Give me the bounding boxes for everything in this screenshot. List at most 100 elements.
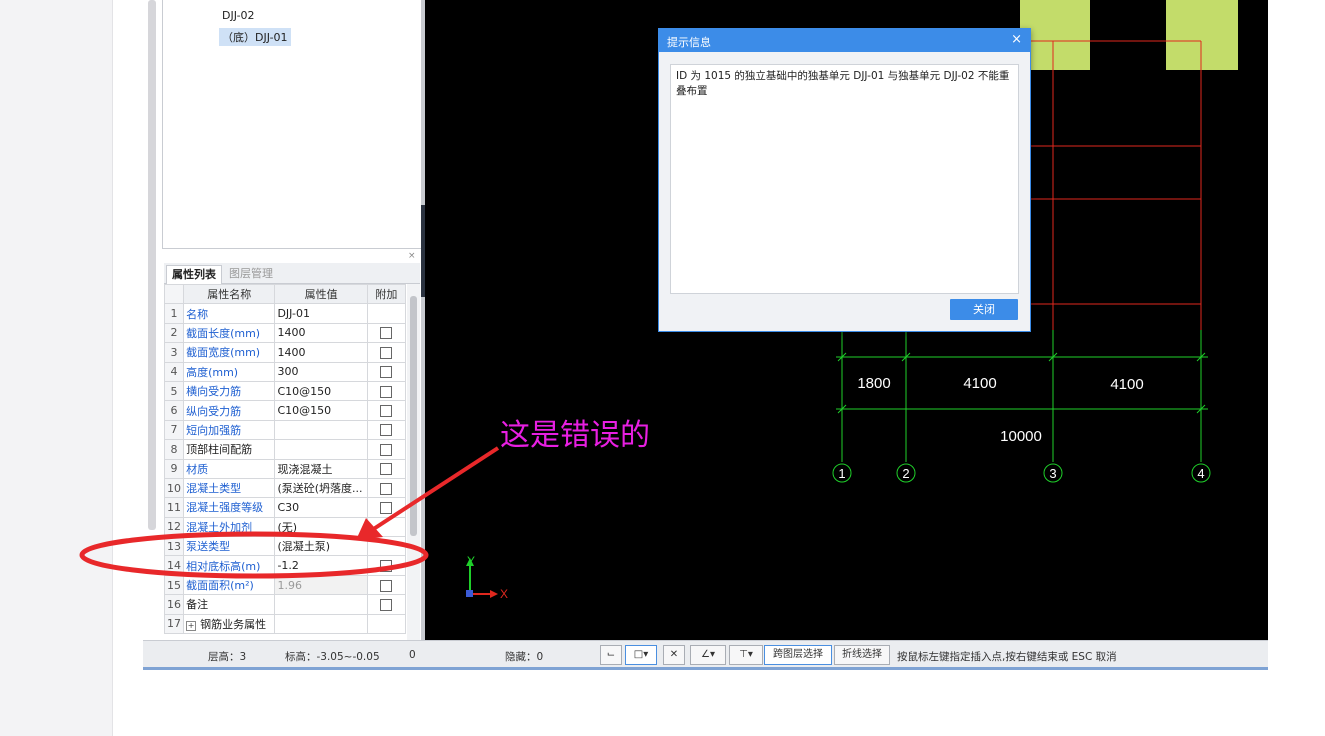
table-row[interactable]: 12 混凝土外加剂 (无) xyxy=(163,516,407,538)
angle-icon[interactable]: ∠▾ xyxy=(690,645,726,665)
table-row[interactable]: 7 短向加强筋 xyxy=(163,419,407,441)
dim-label: 4100 xyxy=(1110,376,1143,393)
table-row[interactable]: 13 泵送类型 (混凝土泵) xyxy=(163,536,407,557)
cross-layer-select-button[interactable]: 跨图层选择 xyxy=(764,645,832,665)
property-panel-close-icon[interactable]: × xyxy=(408,251,416,261)
property-value[interactable]: C10@150 xyxy=(274,380,368,402)
table-row[interactable]: 15 截面面积(m²) 1.96 xyxy=(163,574,407,596)
attach-checkbox[interactable] xyxy=(380,385,393,398)
table-row[interactable]: 10 混凝土类型 (泵送砼(坍落度... xyxy=(163,477,407,499)
tree-item-djj-01-selected[interactable]: （底）DJJ-01 xyxy=(219,28,291,46)
property-name: 相对底标高(m) xyxy=(183,555,276,576)
dialog-title: 提示信息 xyxy=(667,36,711,49)
table-row[interactable]: 14 相对底标高(m) -1.2 xyxy=(163,555,407,576)
dim-label-total: 10000 xyxy=(1000,428,1042,445)
dialog-message: ID 为 1015 的独立基础中的独基单元 DJJ-01 与独基单元 DJJ-0… xyxy=(676,70,1010,97)
property-value xyxy=(274,613,368,635)
property-value[interactable] xyxy=(274,419,368,441)
attach-checkbox[interactable] xyxy=(380,463,393,476)
property-value[interactable]: (无) xyxy=(274,516,368,538)
attach-cell xyxy=(366,400,407,421)
property-value[interactable]: 1400 xyxy=(274,342,368,363)
property-value[interactable]: (泵送砼(坍落度... xyxy=(274,477,368,499)
property-value[interactable]: 300 xyxy=(274,361,368,382)
table-row[interactable]: 9 材质 现浇混凝土 xyxy=(163,458,407,479)
property-value[interactable]: C10@150 xyxy=(274,400,368,421)
expand-icon[interactable]: + xyxy=(186,620,197,631)
tab-property-list[interactable]: 属性列表 xyxy=(166,265,222,284)
dialog-title-bar[interactable]: 提示信息 × xyxy=(659,29,1030,52)
attach-checkbox[interactable] xyxy=(380,424,393,437)
table-header-row: 属性名称 属性值 附加 xyxy=(163,283,407,305)
table-row[interactable]: 17 + 钢筋业务属性 xyxy=(163,613,407,635)
dim-label: 4100 xyxy=(963,375,996,392)
ortho-icon[interactable]: ⌙ xyxy=(600,645,622,665)
component-tree: DJJ-02 （底）DJJ-01 xyxy=(162,0,423,249)
cross-icon[interactable]: ✕ xyxy=(663,645,685,665)
header-property-name: 属性名称 xyxy=(183,283,276,305)
property-table: 属性名称 属性值 附加 1 名称 DJJ-01 2 截面长度(mm) 1400 3 截面宽… xyxy=(163,283,407,635)
attach-checkbox[interactable] xyxy=(380,327,393,340)
property-value[interactable]: C30 xyxy=(274,497,368,518)
attach-checkbox[interactable] xyxy=(380,443,393,456)
row-number: 6 xyxy=(163,400,185,421)
attach-checkbox[interactable] xyxy=(380,405,393,418)
row-number: 8 xyxy=(163,439,185,460)
axis-label: 1 xyxy=(838,466,845,481)
ucs-icon: Y X xyxy=(466,554,508,601)
offset-icon[interactable]: ⊤▾ xyxy=(729,645,763,665)
dialog-close-button[interactable]: 关闭 xyxy=(950,299,1018,320)
attach-checkbox[interactable] xyxy=(380,482,393,495)
row-number: 14 xyxy=(163,555,185,576)
tree-item-djj-02[interactable]: DJJ-02 xyxy=(219,8,258,23)
property-name: 短向加强筋 xyxy=(183,419,276,441)
property-name: 混凝土外加剂 xyxy=(183,516,276,538)
property-value[interactable]: 现浇混凝土 xyxy=(274,458,368,479)
table-row[interactable]: 8 顶部柱间配筋 xyxy=(163,439,407,460)
table-row[interactable]: 16 备注 xyxy=(163,594,407,615)
attach-checkbox[interactable] xyxy=(380,579,393,592)
property-value[interactable]: -1.2 xyxy=(274,555,368,576)
table-row[interactable]: 4 高度(mm) 300 xyxy=(163,361,407,382)
table-row[interactable]: 11 混凝土强度等级 C30 xyxy=(163,497,407,518)
snap-icon[interactable]: □▾ xyxy=(625,645,657,665)
attach-checkbox[interactable] xyxy=(380,598,393,611)
table-row[interactable]: 2 截面长度(mm) 1400 xyxy=(163,322,407,344)
attach-checkbox[interactable] xyxy=(380,346,393,359)
tab-layer-management[interactable]: 图层管理 xyxy=(224,265,278,283)
property-value[interactable] xyxy=(274,439,368,460)
foundation-block[interactable] xyxy=(1166,0,1238,70)
table-row[interactable]: 3 截面宽度(mm) 1400 xyxy=(163,342,407,363)
message-dialog: 提示信息 × ID 为 1015 的独立基础中的独基单元 DJJ-01 与独基单… xyxy=(658,28,1031,332)
attach-cell xyxy=(366,497,407,518)
red-grid xyxy=(1030,40,1202,330)
attach-cell xyxy=(366,594,407,615)
table-row[interactable]: 6 纵向受力筋 C10@150 xyxy=(163,400,407,421)
property-name: 截面宽度(mm) xyxy=(183,342,276,363)
close-icon[interactable]: × xyxy=(1011,32,1022,47)
elevation: 标高：-3.05~-0.05 xyxy=(285,651,380,663)
property-value[interactable]: DJJ-01 xyxy=(274,303,368,324)
property-name: 截面长度(mm) xyxy=(183,322,276,344)
polyline-select-button[interactable]: 折线选择 xyxy=(834,645,890,665)
property-scrollbar-thumb[interactable] xyxy=(410,296,417,536)
table-row[interactable]: 5 横向受力筋 C10@150 xyxy=(163,380,407,402)
row-number: 13 xyxy=(163,536,185,557)
attach-checkbox[interactable] xyxy=(380,501,393,514)
property-value[interactable] xyxy=(274,594,368,615)
attach-checkbox[interactable] xyxy=(380,366,393,379)
outer-scrollbar[interactable] xyxy=(148,0,156,530)
property-name: 名称 xyxy=(183,303,276,324)
attach-checkbox[interactable] xyxy=(380,560,393,573)
status-zero: 0 xyxy=(409,649,416,661)
property-value[interactable]: 1400 xyxy=(274,322,368,344)
attach-cell xyxy=(366,516,407,538)
attach-cell xyxy=(366,380,407,402)
property-name: 备注 xyxy=(183,594,276,615)
table-row[interactable]: 1 名称 DJJ-01 xyxy=(163,303,407,324)
property-value[interactable]: (混凝土泵) xyxy=(274,536,368,557)
row-number: 9 xyxy=(163,458,185,479)
property-group[interactable]: + 钢筋业务属性 xyxy=(183,613,276,635)
header-property-value: 属性值 xyxy=(274,283,368,305)
hidden-count: 隐藏：0 xyxy=(505,651,544,663)
